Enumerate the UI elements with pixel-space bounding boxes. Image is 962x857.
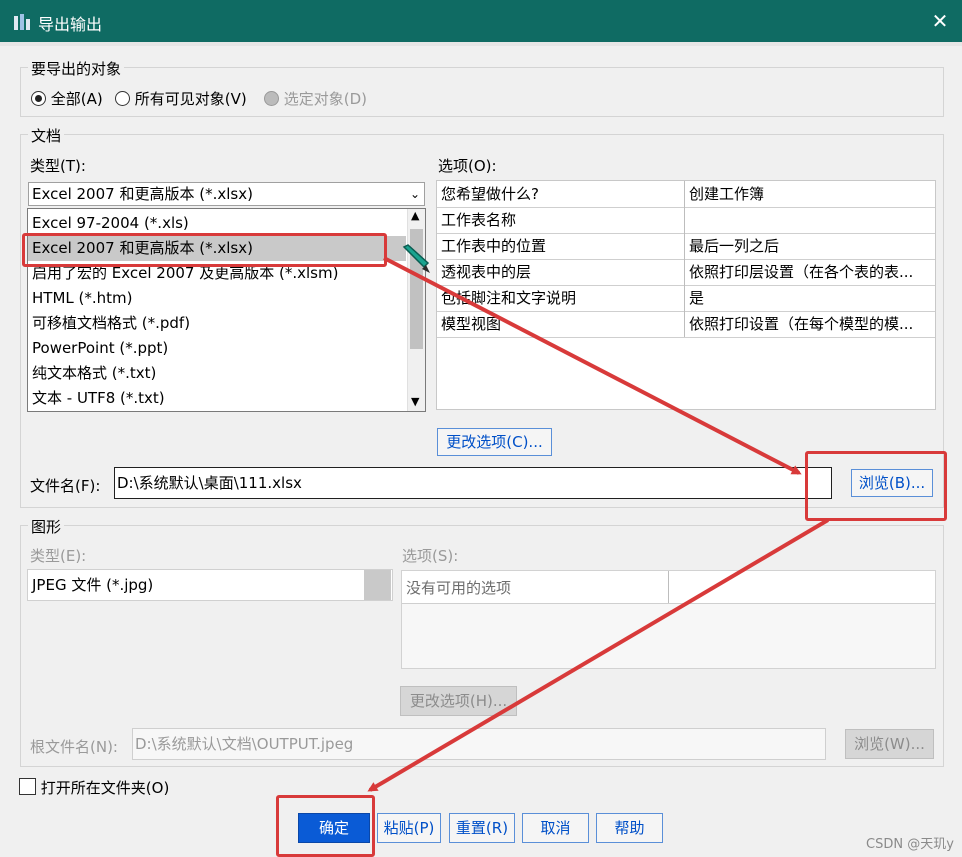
arrow-to-browse bbox=[383, 256, 802, 475]
annotation-arrows bbox=[367, 256, 830, 792]
cursor-icon bbox=[402, 244, 430, 273]
arrow-to-ok bbox=[367, 518, 830, 792]
